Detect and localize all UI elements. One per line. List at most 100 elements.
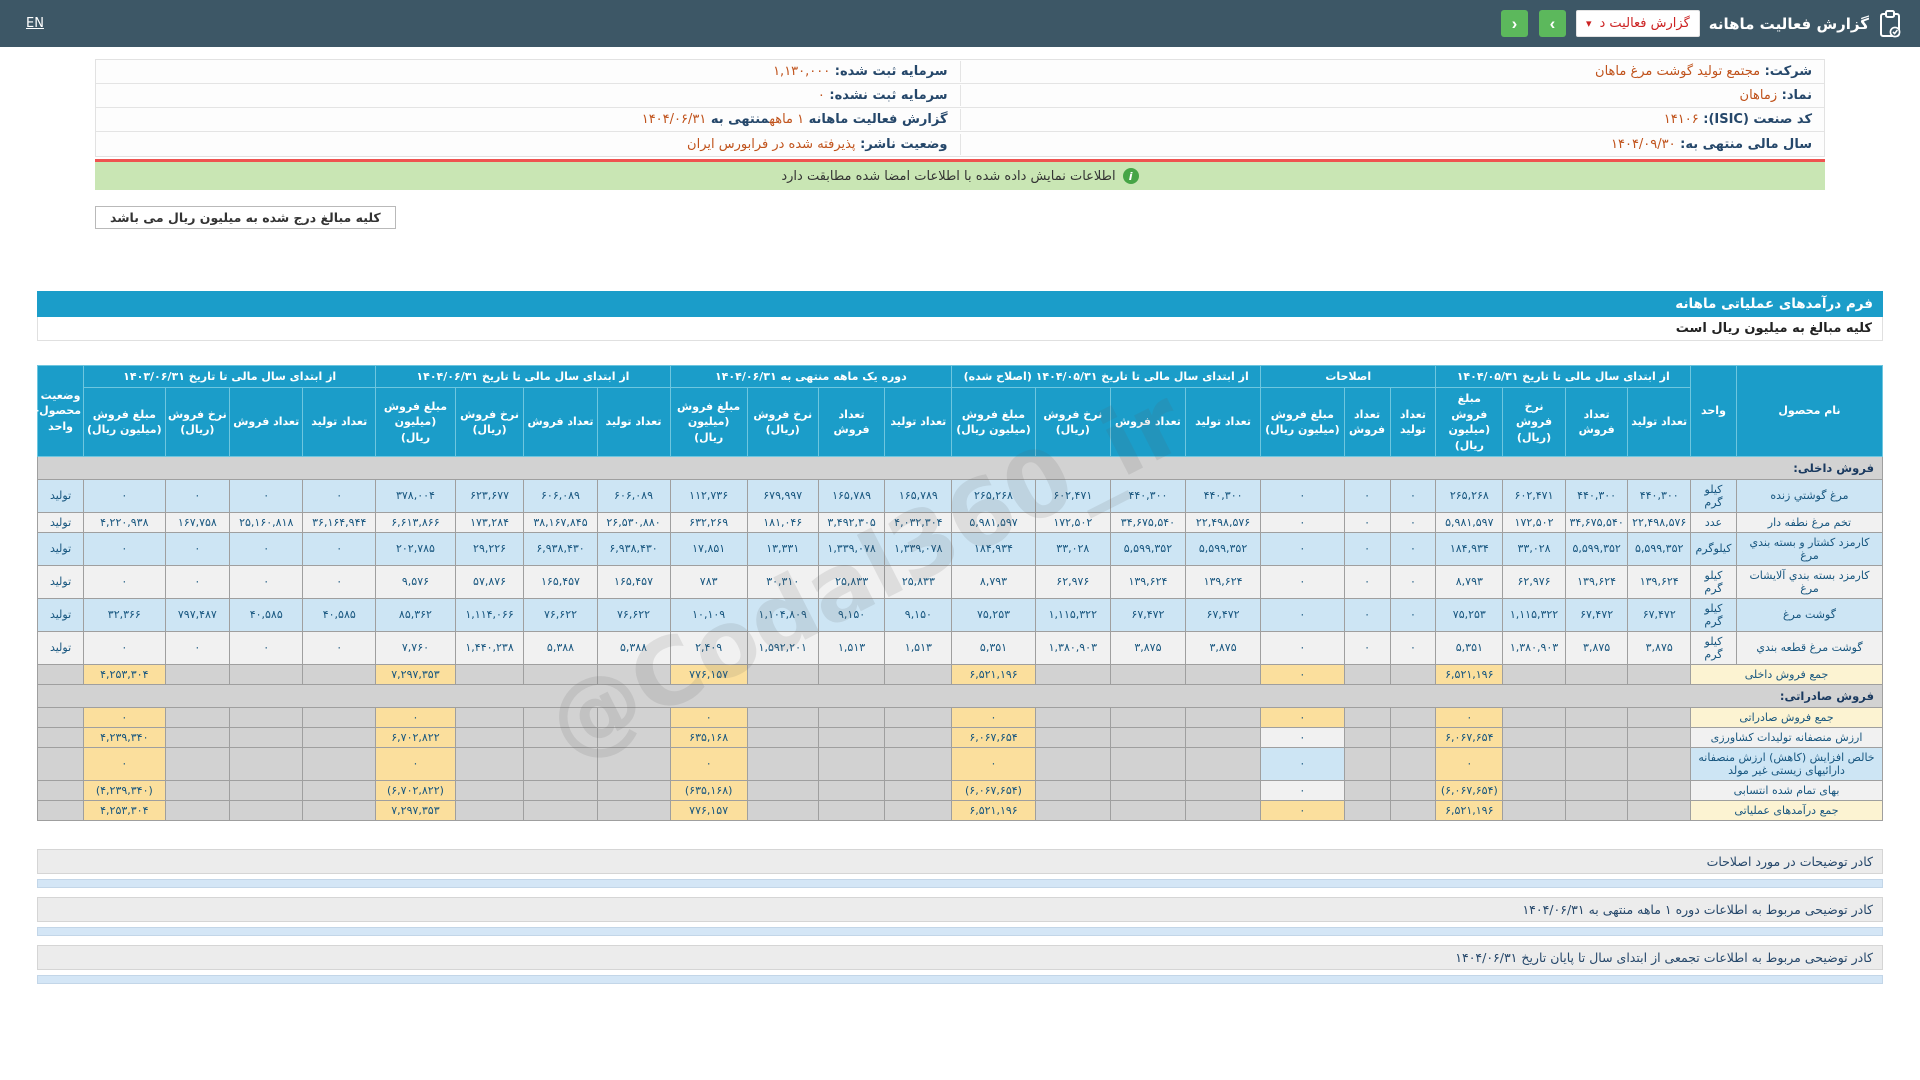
value-cell: ۶۳۲,۲۶۹: [669, 511, 748, 533]
field-value: زماهان: [1739, 88, 1778, 103]
comment-section-title: کادر توضیحی مربوط به اطلاعات دوره ۱ ماهه…: [37, 896, 1883, 922]
empty-cell: [1343, 779, 1391, 801]
value-cell: ۱,۱۱۴,۰۶۶: [454, 597, 525, 632]
empty-cell: [302, 746, 377, 781]
empty-cell: [36, 663, 85, 685]
empty-cell: [1627, 706, 1692, 728]
empty-cell: [1564, 779, 1629, 801]
empty-cell: [884, 726, 953, 748]
empty-cell: [596, 663, 671, 685]
empty-cell: [884, 799, 953, 821]
summary-value-cell: ۷۷۶,۱۵۷: [669, 799, 748, 821]
empty-cell: [164, 799, 231, 821]
empty-cell: [596, 746, 671, 781]
value-cell: ۳۰,۳۱۰: [746, 564, 819, 599]
empty-cell: [1343, 746, 1391, 781]
previous-report-button[interactable]: ‹: [1500, 10, 1528, 37]
summary-value-cell: ۶,۰۶۷,۶۵۴: [1435, 726, 1504, 748]
value-cell: ۴۴۰,۳۰۰: [1627, 478, 1692, 513]
empty-cell: [1184, 779, 1262, 801]
unit-cell: کیلوگرم: [1690, 531, 1737, 566]
monthly-income-table: نام محصول واحد از ابتدای سال مالی تا تاریخ…: [35, 364, 1884, 821]
company-info-cell: کد صنعت (ISIC): ۱۴۱۰۶: [961, 109, 1825, 130]
value-cell: ۶۰۲,۴۷۱: [1502, 478, 1566, 513]
column-header-status: وضعیت محصول- واحد: [35, 365, 85, 457]
value-cell: ۳۲,۳۶۶: [83, 597, 166, 632]
empty-cell: [1389, 663, 1437, 685]
empty-cell: [523, 779, 598, 801]
column-subheader: تعداد تولید: [1627, 387, 1692, 457]
product-name-cell: گوشت مرغ قطعه بندي: [1735, 630, 1884, 665]
empty-cell: [1034, 726, 1111, 748]
next-report-button[interactable]: ›: [1538, 10, 1566, 37]
column-group-header: از ابتدای سال مالی تا تاریخ ۱۴۰۴/۰۵/۳۱ (…: [951, 364, 1262, 389]
status-cell: تولید: [36, 511, 85, 533]
field-value: ۱۴۰۴/۰۶/۳۱: [641, 112, 707, 127]
value-cell: ۰: [1260, 630, 1345, 665]
clipboard-icon: [1878, 9, 1902, 38]
empty-cell: [454, 726, 525, 748]
empty-cell: [523, 746, 598, 781]
value-cell: ۱۶۷,۷۵۸: [164, 511, 231, 533]
field-value: پذیرفته شده در فرابورس ایران: [687, 136, 856, 152]
comment-section: کادر توضیحی مربوط به اطلاعات تجمعی از اب…: [37, 944, 1883, 984]
section-header-cell: فروش داخلی:: [37, 455, 1883, 480]
value-cell: ۵,۳۸۸: [596, 630, 671, 665]
value-cell: ۱۳۹,۶۲۴: [1109, 564, 1187, 599]
column-subheader: مبلغ فروش (میلیون ریال): [1260, 387, 1345, 457]
company-info-row: نماد: زماهان سرمایه ثبت نشده: ۰: [96, 84, 1824, 108]
column-subheader: نرخ فروش (ریال): [746, 387, 819, 457]
empty-cell: [1109, 779, 1187, 801]
top-navbar: گزارش فعالیت ماهانه گزارش فعالیت د ▾ › ‹…: [0, 0, 1920, 47]
value-cell: ۶۰۶,۰۸۹: [596, 478, 671, 513]
empty-cell: [1564, 726, 1629, 748]
value-cell: ۴,۲۲۰,۹۳۸: [83, 511, 166, 533]
field-value: ۱۴۰۴/۰۹/۳۰: [1611, 136, 1676, 152]
value-cell: ۶,۹۳۸,۴۳۰: [523, 531, 598, 566]
column-group-header: اصلاحات: [1260, 364, 1437, 389]
info-icon: i: [1122, 168, 1139, 184]
report-type-dropdown[interactable]: گزارش فعالیت د ▾: [1575, 10, 1700, 37]
language-toggle-en[interactable]: EN: [26, 16, 44, 31]
summary-value-cell: ۶۳۵,۱۶۸: [669, 726, 748, 748]
value-cell: ۳,۸۷۵: [1564, 630, 1629, 665]
value-cell: ۱۳۹,۶۲۴: [1627, 564, 1692, 599]
value-cell: ۰: [1343, 478, 1391, 513]
empty-cell: [884, 779, 953, 801]
value-cell: ۶۲,۹۷۶: [1034, 564, 1111, 599]
summary-value-cell: ۰: [951, 706, 1036, 728]
value-cell: ۱,۱۱۵,۳۲۲: [1034, 597, 1111, 632]
signed-info-notice-text: اطلاعات نمایش داده شده با اطلاعات امضا ش…: [781, 168, 1116, 184]
product-row: گوشت مرغ قطعه بندي کیلو گرم ۳,۸۷۵ ۳,۸۷۵ ۱,۳۸…: [36, 630, 1884, 665]
value-cell: ۴۴۰,۳۰۰: [1109, 478, 1187, 513]
column-group-header: از ابتدای سال مالی تا تاریخ ۱۴۰۴/۰۶/۳۱: [375, 364, 671, 389]
empty-cell: [164, 663, 231, 685]
summary-row: جمع فروش صادراتی ۰ ۰ ۰ ۰ ۰ ۰: [36, 706, 1883, 728]
chevron-down-icon: ▾: [1585, 17, 1592, 30]
empty-cell: [454, 746, 525, 781]
empty-cell: [1389, 746, 1437, 781]
field-label: گزارش فعالیت ماهانه: [804, 112, 948, 127]
empty-cell: [1184, 706, 1262, 728]
column-header-unit: واحد: [1690, 365, 1737, 457]
value-cell: ۱۷۲,۵۰۲: [1034, 511, 1111, 533]
column-subheader: تعداد تولید: [1389, 387, 1437, 457]
value-cell: ۲۶۵,۲۶۸: [951, 478, 1036, 513]
summary-value-cell: ۰: [375, 746, 456, 781]
company-info-row: سال مالی منتهی به: ۱۴۰۴/۰۹/۳۰ وضعیت ناشر:…: [96, 132, 1824, 156]
value-cell: ۰: [229, 564, 304, 599]
value-cell: ۸,۷۹۳: [1435, 564, 1504, 599]
empty-cell: [523, 726, 598, 748]
empty-cell: [164, 746, 231, 781]
column-subheader: تعداد فروش: [1343, 387, 1391, 457]
value-cell: ۱۳۹,۶۲۴: [1564, 564, 1629, 599]
empty-cell: [454, 706, 525, 728]
value-cell: ۰: [1389, 511, 1437, 533]
summary-label-cell: خالص افزایش (کاهش) ارزش منصفانه دارائیها…: [1690, 746, 1883, 781]
empty-cell: [1627, 663, 1692, 685]
value-cell: ۴۴۰,۳۰۰: [1184, 478, 1262, 513]
empty-cell: [1184, 726, 1262, 748]
empty-cell: [1502, 726, 1566, 748]
value-cell: ۶۲۳,۶۷۷: [454, 478, 525, 513]
value-cell: ۱,۵۱۳: [884, 630, 953, 665]
